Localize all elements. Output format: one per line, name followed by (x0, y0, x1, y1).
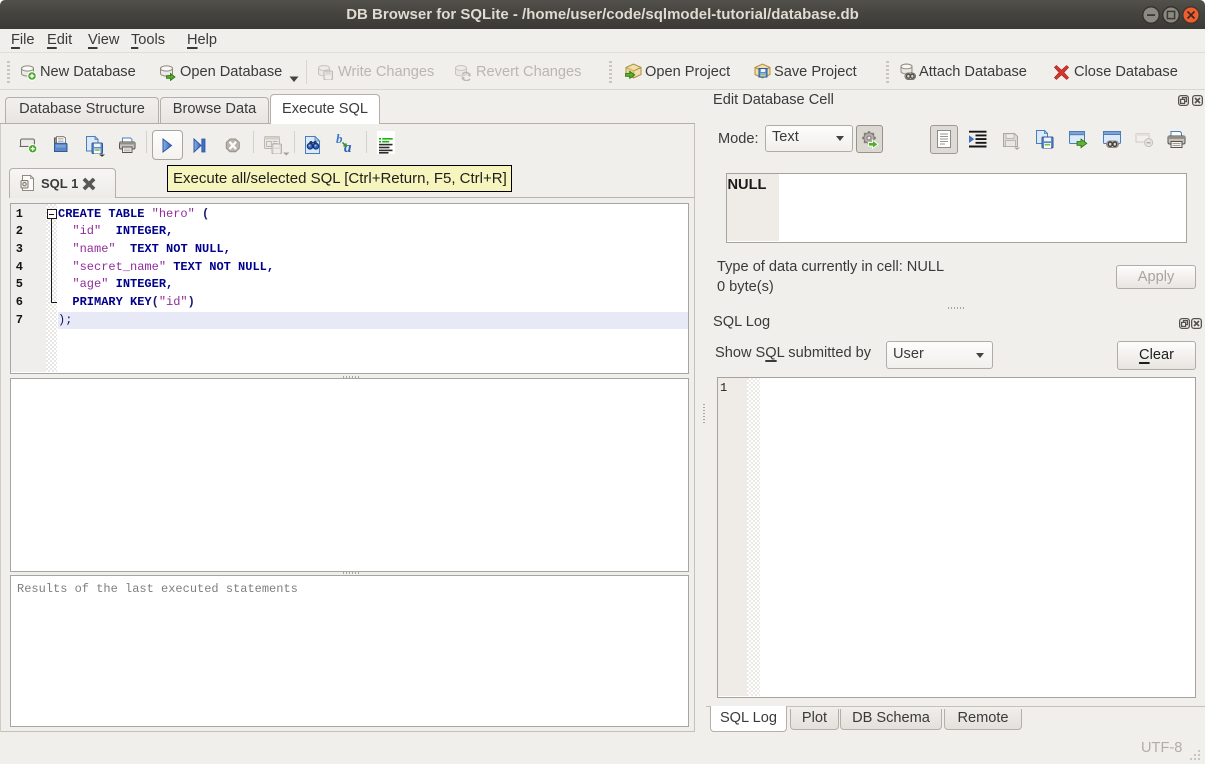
svg-text:b: b (336, 132, 343, 146)
svg-text:a: a (344, 140, 352, 154)
